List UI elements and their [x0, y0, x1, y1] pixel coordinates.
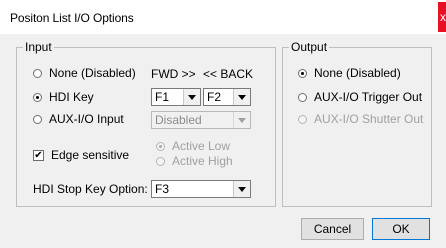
input-option-aux-io[interactable]: AUX-I/O Input	[33, 111, 124, 127]
input-option-aux-io-label: AUX-I/O Input	[49, 112, 124, 126]
chevron-down-icon	[233, 181, 250, 197]
input-option-none-label: None (Disabled)	[49, 66, 136, 80]
aux-input-select: Disabled	[151, 111, 251, 129]
radio-icon	[156, 156, 165, 166]
output-option-shutter-out: AUX-I/O Shutter Out	[298, 111, 423, 127]
hdi-stop-key-label: HDI Stop Key Option:	[33, 182, 148, 196]
chevron-down-icon	[233, 89, 250, 105]
fwd-key-select[interactable]: F1	[151, 88, 201, 106]
radio-icon	[33, 68, 42, 78]
radio-selected-icon	[33, 92, 42, 102]
title-bar: Positon List I/O Options x	[0, 0, 446, 34]
output-group-title: Output	[289, 40, 330, 54]
output-group: Output None (Disabled) AUX-I/O Trigger O…	[282, 40, 432, 207]
edge-sensitive-checkbox[interactable]: ✔ Edge sensitive	[33, 147, 129, 163]
active-high-label: Active High	[172, 154, 233, 168]
input-option-hdi-key-label: HDI Key	[49, 90, 94, 104]
hdi-stop-key-select[interactable]: F3	[151, 180, 251, 198]
checkmark-icon: ✔	[33, 149, 44, 161]
output-option-none[interactable]: None (Disabled)	[298, 65, 401, 81]
close-button[interactable]: x	[438, 2, 446, 32]
fwd-label: FWD >>	[151, 67, 196, 81]
active-low-label: Active Low	[172, 139, 231, 153]
radio-icon	[33, 114, 42, 124]
radio-icon	[298, 92, 307, 102]
input-option-hdi-key[interactable]: HDI Key	[33, 89, 94, 105]
input-group: Input None (Disabled) HDI Key AUX-I/O In…	[16, 40, 276, 207]
radio-selected-icon	[298, 68, 307, 78]
radio-selected-icon	[156, 141, 165, 151]
window-title: Positon List I/O Options	[10, 11, 134, 25]
back-key-select[interactable]: F2	[203, 88, 251, 106]
ok-button[interactable]: OK	[372, 218, 430, 240]
output-option-none-label: None (Disabled)	[314, 66, 401, 80]
output-option-trigger-out-label: AUX-I/O Trigger Out	[314, 90, 423, 104]
aux-input-value: Disabled	[155, 113, 202, 127]
edge-sensitive-label: Edge sensitive	[51, 148, 130, 162]
input-group-title: Input	[23, 40, 54, 54]
chevron-down-icon	[233, 112, 250, 128]
close-icon: x	[440, 10, 446, 24]
output-option-shutter-out-label: AUX-I/O Shutter Out	[314, 112, 424, 126]
fwd-key-value: F1	[155, 90, 170, 104]
active-low-option: Active Low	[156, 138, 230, 154]
output-option-trigger-out[interactable]: AUX-I/O Trigger Out	[298, 89, 422, 105]
cancel-button[interactable]: Cancel	[301, 218, 364, 240]
back-label: << BACK	[203, 67, 254, 81]
hdi-stop-key-value: F3	[155, 182, 170, 196]
chevron-down-icon	[183, 89, 200, 105]
input-option-none[interactable]: None (Disabled)	[33, 65, 136, 81]
active-high-option: Active High	[156, 153, 233, 169]
radio-icon	[298, 114, 307, 124]
dialog-body: Input None (Disabled) HDI Key AUX-I/O In…	[0, 34, 446, 248]
back-key-value: F2	[207, 90, 222, 104]
